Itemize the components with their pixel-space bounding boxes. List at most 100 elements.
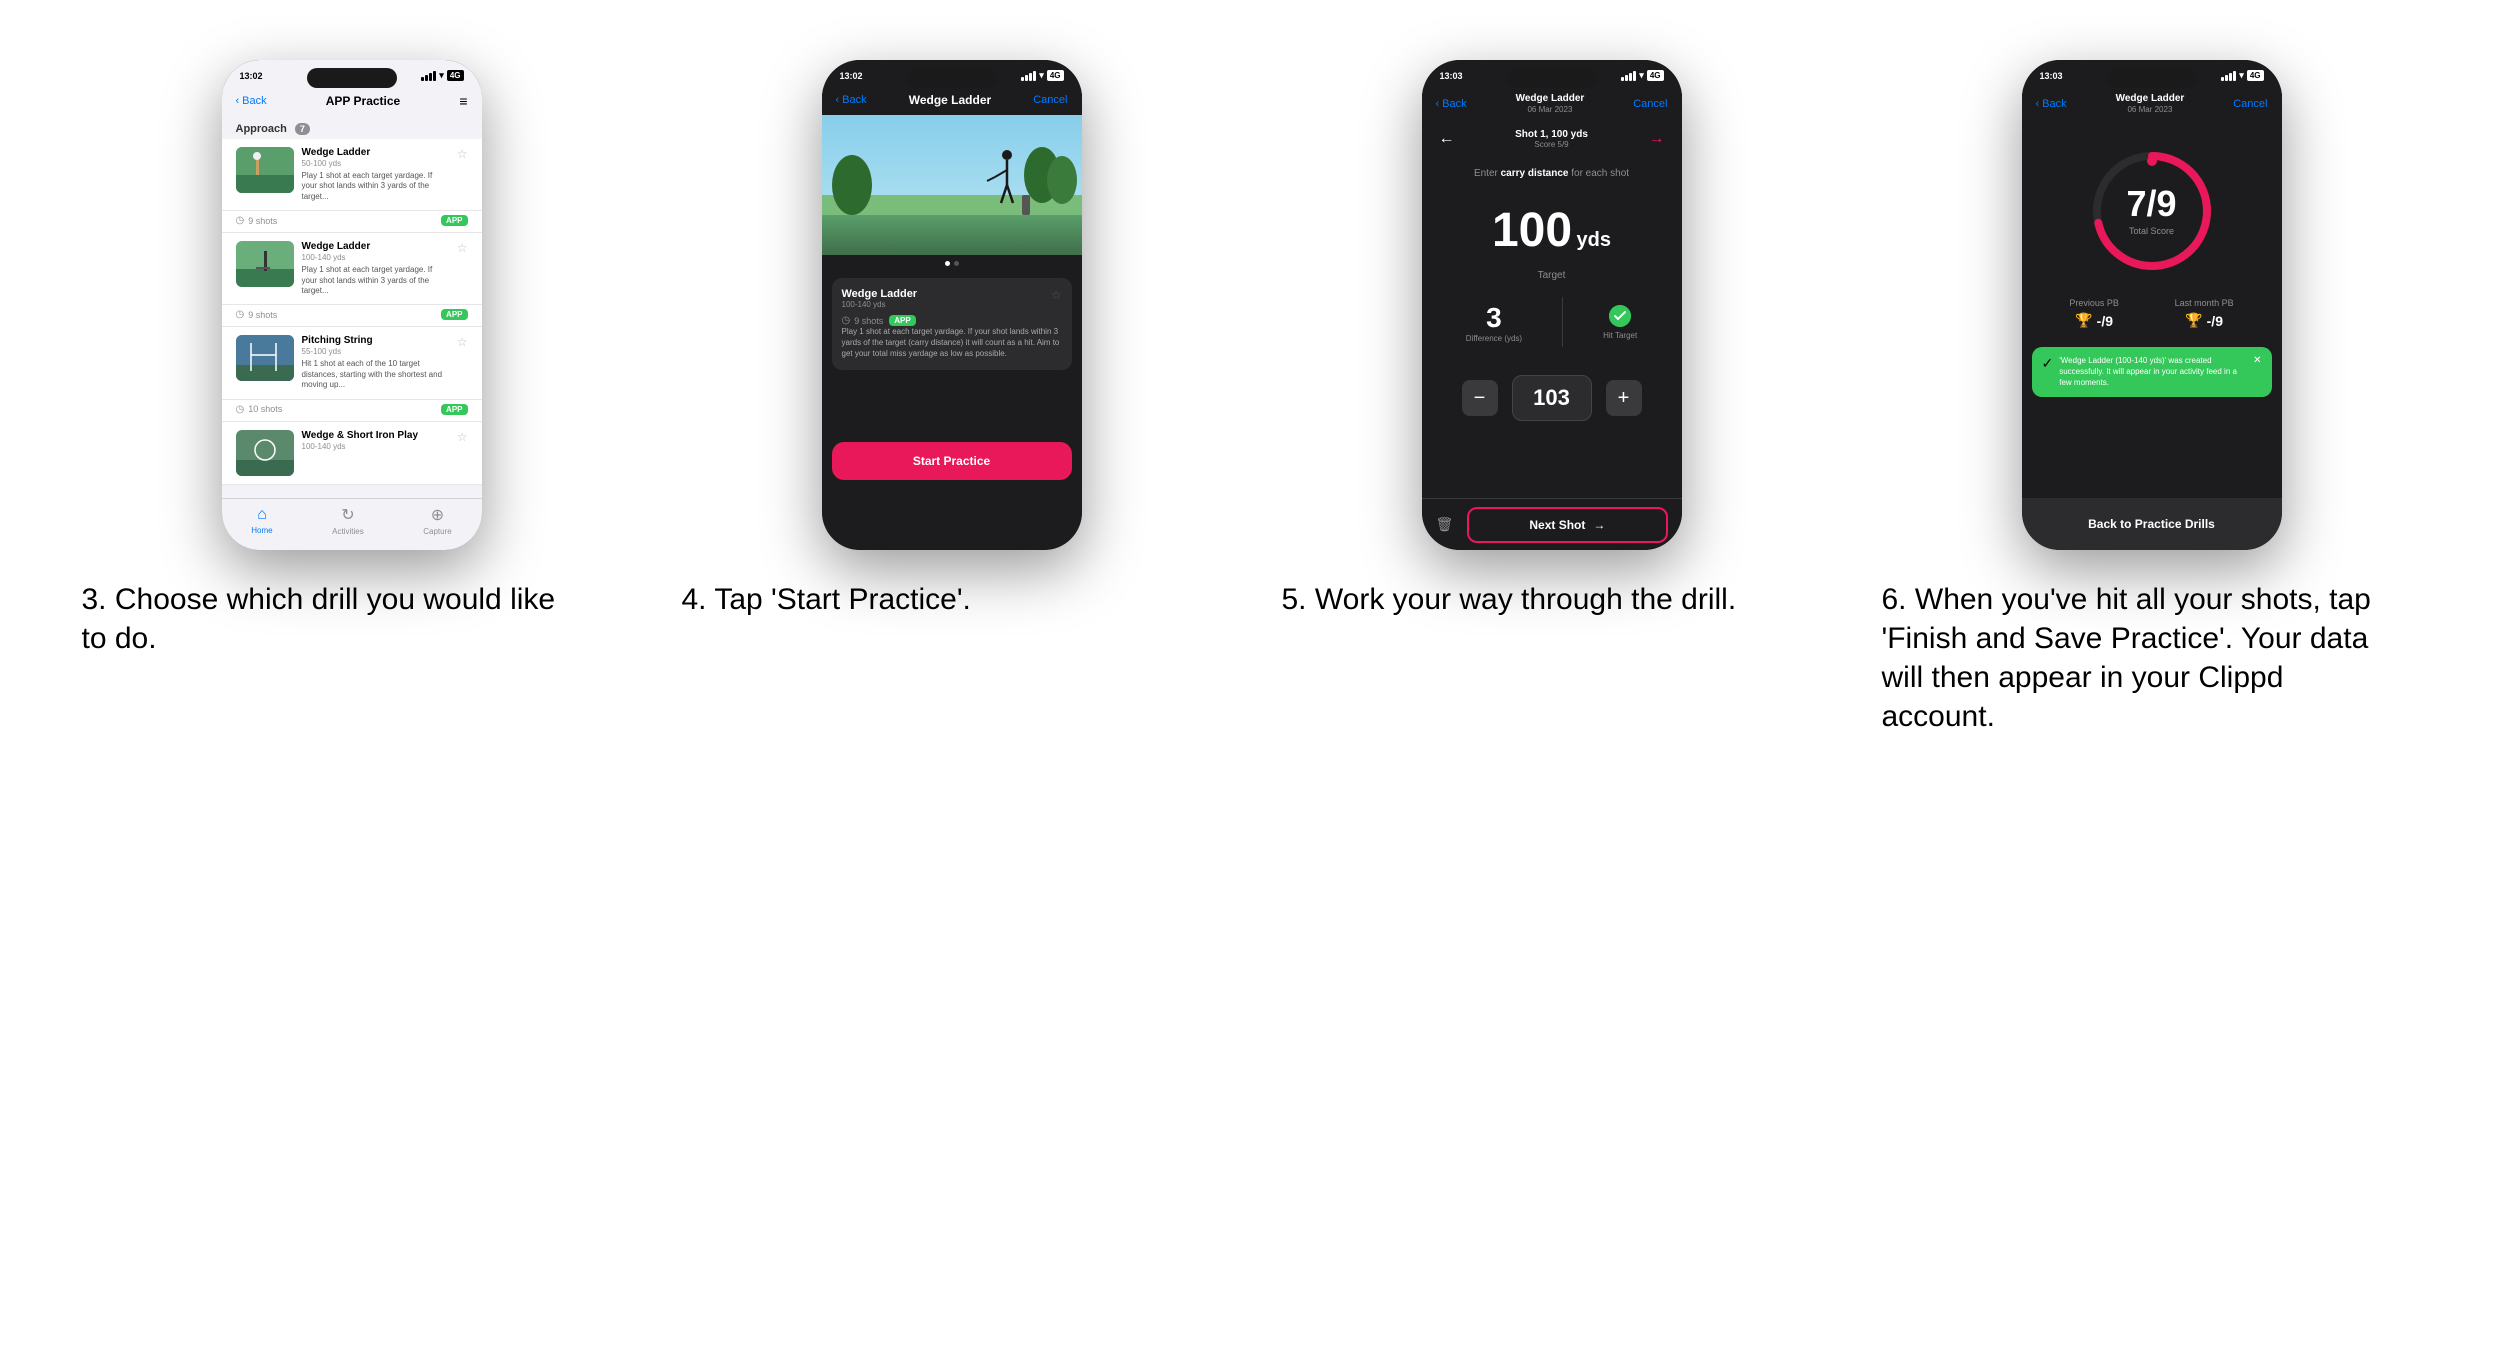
back-btn-5[interactable]: ‹ Back [1436,98,1467,110]
score-value: 7/9 [2126,186,2176,222]
status-icons-3: ▾ 4G [421,70,463,81]
stat-diff-val: 3 [1466,302,1522,334]
nav-title-5: Wedge Ladder [1516,93,1585,105]
golf-image-4 [822,115,1082,255]
counter-row-5: − 103 + [1422,363,1682,433]
phone-5: 13:03 ▾ 4G ‹ [1422,60,1682,550]
back-btn-6[interactable]: ‹ Back [2036,98,2067,110]
score-label-6: Total Score [2126,226,2176,236]
arrow-left-icon: ← [1439,130,1455,148]
nav-subtitle-5: 06 Mar 2023 [1516,105,1585,114]
stat-diff-label: Difference (yds) [1466,334,1522,343]
start-practice-btn[interactable]: Start Practice [832,442,1072,480]
tab-capture-3[interactable]: ⊕ Capture [423,505,451,536]
shots-text-2: 9 shots [248,310,277,320]
tab-home-3[interactable]: ⌂ Home [251,506,272,535]
sig3 [429,73,432,81]
drill-name-4: Wedge & Short Iron Play [302,430,449,441]
step-3-text: 3. Choose which drill you would like to … [82,580,582,658]
step-5-description: Work your way through the drill. [1315,583,1736,616]
plus-btn-5[interactable]: + [1606,380,1642,416]
clock-icon-2: ◷ [236,309,245,320]
sig2-5 [1625,75,1628,81]
stat-difference: 3 Difference (yds) [1466,302,1522,343]
drill-info-4: Wedge & Short Iron Play 100-140 yds [302,430,449,454]
check-icon-toast: ✓ [2042,355,2054,372]
step-4-number: 4. [682,583,707,616]
toast-close-btn[interactable]: ✕ [2253,355,2261,366]
section-header-3: Approach 7 [222,117,482,139]
cancel-btn-6[interactable]: Cancel [2233,98,2267,110]
arrow-right-icon: → [1649,130,1665,148]
step-4-column: 13:02 ▾ 4G ‹ [682,60,1222,619]
minus-btn-5[interactable]: − [1462,380,1498,416]
cancel-btn-4[interactable]: Cancel [1033,94,1067,106]
phone-4: 13:02 ▾ 4G ‹ [822,60,1082,550]
prev-shot-btn[interactable]: ← [1436,128,1458,150]
back-btn-3[interactable]: ‹ Back [236,95,267,107]
chevron-left-icon-5: ‹ [1436,98,1440,110]
shots-label-2: ◷ 9 shots [236,309,278,320]
tab-activities-label-3: Activities [332,527,364,536]
tab-capture-label-3: Capture [423,527,451,536]
nav-title-6: Wedge Ladder [2116,93,2185,105]
chevron-left-icon-6: ‹ [2036,98,2040,110]
success-toast-6: ✓ 'Wedge Ladder (100-140 yds)' was creat… [2032,347,2272,397]
score-circle-container: 7/9 Total Score [2022,122,2282,288]
counter-input-5[interactable]: 103 [1512,375,1592,421]
cancel-btn-5[interactable]: Cancel [1633,98,1667,110]
start-practice-label: Start Practice [913,454,990,468]
drill-item-1[interactable]: Wedge Ladder 50-100 yds Play 1 shot at e… [222,139,482,233]
stat-hit-label: Hit Target [1603,331,1637,340]
card-desc-4: Play 1 shot at each target yardage. If y… [842,326,1062,360]
chevron-left-icon-4: ‹ [836,94,840,106]
shots-text-1: 9 shots [248,216,277,226]
step-4-text: 4. Tap 'Start Practice'. [682,580,971,619]
app-badge-4: APP [889,315,915,326]
drill-item-3[interactable]: Pitching String 55-100 yds Hit 1 shot at… [222,327,482,421]
drill-item-2[interactable]: Wedge Ladder 100-140 yds Play 1 shot at … [222,233,482,327]
page-container: 13:02 ▾ 4G ‹ [82,60,2422,736]
nav-subtitle-6: 06 Mar 2023 [2116,105,2185,114]
next-shot-nav-btn[interactable]: → [1646,128,1668,150]
tab-activities-3[interactable]: ↻ Activities [332,505,364,536]
wifi-icon-6: ▾ [2239,70,2244,81]
sig3-4 [1029,73,1032,81]
pb-row-6: Previous PB 🏆 -/9 Last month PB 🏆 -/9 [2022,288,2282,339]
drill-thumb-3 [236,335,294,381]
target-value-5: 100 [1492,204,1572,257]
bookmark-icon-3: ☆ [457,335,468,349]
drill-item-4[interactable]: Wedge & Short Iron Play 100-140 yds ☆ [222,422,482,485]
drill-footer-1: ◷ 9 shots APP [222,211,482,233]
next-shot-btn[interactable]: Next Shot → [1467,507,1667,543]
phone-4-screen: 13:02 ▾ 4G ‹ [822,60,1082,550]
shots-label-4: ◷ 9 shots [842,315,884,326]
back-to-drills-btn[interactable]: Back to Practice Drills [2022,498,2282,550]
phone-3: 13:02 ▾ 4G ‹ [222,60,482,550]
sig3-5 [1629,73,1632,81]
drill-name-2: Wedge Ladder [302,241,449,252]
sig1-5 [1621,77,1624,81]
shots-text-4: 9 shots [854,316,883,326]
score-circle: 7/9 Total Score [2087,146,2217,276]
activities-icon-3: ↻ [341,505,354,525]
app-badge-1: APP [441,215,467,226]
capture-icon-3: ⊕ [431,505,444,525]
minus-icon-5: − [1474,387,1486,410]
notch-4 [907,68,997,88]
back-label-6: Back [2042,98,2066,110]
tab-home-label-3: Home [251,526,272,535]
sig2 [425,75,428,81]
step-6-number: 6. [1882,583,1907,616]
back-label-3: Back [242,95,266,107]
shot-score-5: Score 5/9 [1515,140,1588,149]
section-count-3: 7 [295,123,310,135]
last-pb-val: 🏆 -/9 [2175,312,2234,329]
back-btn-4[interactable]: ‹ Back [836,94,867,106]
drill-desc-3: Hit 1 shot at each of the 10 target dist… [302,359,449,390]
card-header-4: Wedge Ladder 100-140 yds ☆ [842,288,1062,309]
nav-title-3: APP Practice [326,94,401,108]
drill-desc-1: Play 1 shot at each target yardage. If y… [302,171,449,202]
menu-btn-3[interactable]: ≡ [459,93,467,109]
trash-btn-5[interactable]: 🗑 [1436,516,1454,533]
